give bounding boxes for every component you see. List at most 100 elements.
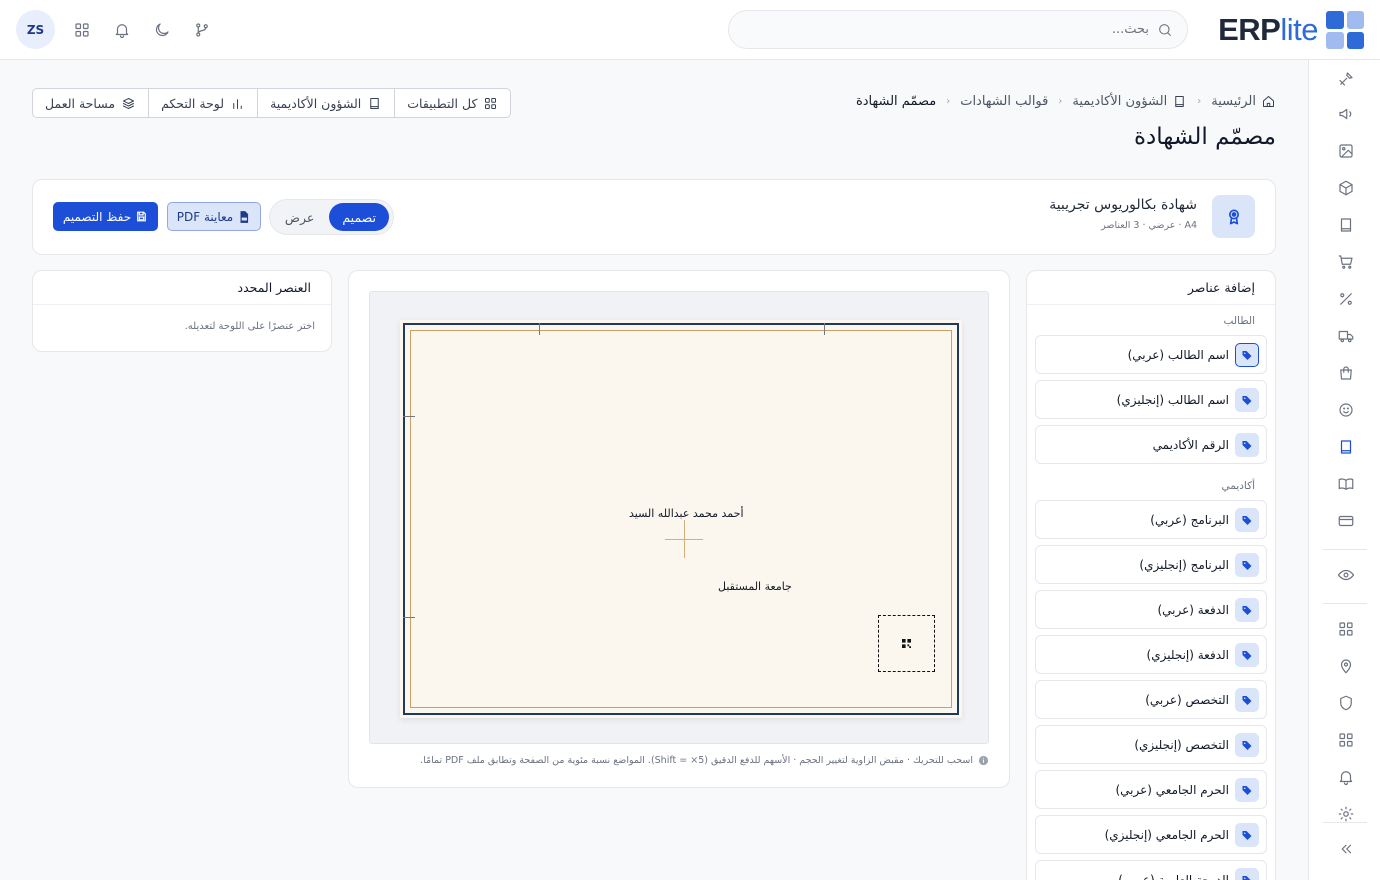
search-input[interactable] bbox=[749, 22, 1149, 37]
sidebar-item-media[interactable] bbox=[1336, 141, 1356, 161]
save-icon bbox=[137, 211, 147, 222]
save-design-label: حفظ التصميم bbox=[62, 209, 132, 224]
quick-link-workspace[interactable]: مساحة العمل bbox=[33, 89, 148, 117]
book-icon bbox=[1175, 96, 1184, 107]
file-pdf-icon bbox=[240, 210, 249, 223]
sidebar-item-sales[interactable] bbox=[1336, 252, 1356, 272]
mode-switch: تصميم عرض bbox=[269, 199, 394, 235]
sidebar-item-store[interactable] bbox=[1336, 363, 1356, 383]
sidebar-item-payments[interactable] bbox=[1336, 511, 1356, 531]
smile-icon bbox=[1339, 403, 1353, 417]
sidebar-item-discounts[interactable] bbox=[1336, 289, 1356, 309]
add-element-button[interactable]: البرنامج (إنجليزي) bbox=[1035, 545, 1267, 584]
breadcrumb-separator: ‹ bbox=[1197, 96, 1202, 107]
canvas-hint-text: اسحب للتحريك · مقبض الزاوية لتغيير الحجم… bbox=[420, 755, 973, 766]
image-icon bbox=[1339, 144, 1353, 158]
add-element-button[interactable]: اسم الطالب (إنجليزي) bbox=[1035, 380, 1267, 419]
add-element-button[interactable]: الحرم الجامعي (إنجليزي) bbox=[1035, 815, 1267, 854]
breadcrumb-label: مصمّم الشهادة bbox=[855, 94, 937, 109]
add-element-button[interactable]: الدفعة (عربي) bbox=[1035, 590, 1267, 629]
branch-button[interactable] bbox=[191, 19, 213, 41]
award-icon bbox=[1228, 209, 1239, 224]
breadcrumb-label: قوالب الشهادات bbox=[960, 94, 1049, 109]
sidebar-item-academic[interactable] bbox=[1336, 437, 1356, 457]
add-element-button[interactable]: التخصص (عربي) bbox=[1035, 680, 1267, 719]
notifications-button[interactable] bbox=[111, 19, 133, 41]
tag-icon bbox=[1235, 822, 1259, 847]
user-avatar[interactable]: ZS bbox=[16, 10, 55, 49]
bell-icon bbox=[115, 24, 129, 39]
template-badge bbox=[1212, 195, 1255, 238]
certificate-university-name[interactable]: جامعة المستقبل bbox=[718, 580, 792, 593]
theme-toggle-button[interactable] bbox=[151, 19, 173, 41]
tag-icon bbox=[1235, 432, 1259, 457]
add-element-label: البرنامج (إنجليزي) bbox=[1139, 557, 1229, 572]
add-element-button[interactable]: اسم الطالب (عربي) bbox=[1035, 335, 1267, 374]
breadcrumb-academic[interactable]: الشؤون الأكاديمية bbox=[1072, 94, 1187, 109]
add-element-label: الدفعة (عربي) bbox=[1157, 602, 1229, 617]
map-pin-icon bbox=[1340, 659, 1352, 674]
tag-icon bbox=[1235, 597, 1259, 622]
sidebar-item-crm[interactable] bbox=[1336, 400, 1356, 420]
page-title: مصمّم الشهادة bbox=[1134, 124, 1276, 150]
mode-view-tab[interactable]: عرض bbox=[272, 203, 327, 231]
grid-2-icon bbox=[1339, 733, 1353, 747]
credit-card-icon bbox=[1338, 515, 1354, 527]
certificate-student-name[interactable]: أحمد محمد عبدالله السيد bbox=[629, 507, 744, 520]
sidebar-item-marketing[interactable] bbox=[1336, 104, 1356, 124]
sidebar-item-monitor[interactable] bbox=[1336, 565, 1356, 585]
add-element-button[interactable]: البرنامج (عربي) bbox=[1035, 500, 1267, 539]
canvas-hint: اسحب للتحريك · مقبض الزاوية لتغيير الحجم… bbox=[420, 755, 989, 766]
add-element-label: الرقم الأكاديمي bbox=[1152, 437, 1229, 452]
settings-icon bbox=[1338, 806, 1354, 822]
sidebar-divider bbox=[1323, 603, 1367, 604]
add-element-button[interactable]: الدرجة العلمية (عربي) bbox=[1035, 860, 1267, 880]
certificate-qr-placeholder[interactable] bbox=[878, 615, 935, 672]
sidebar-item-inventory[interactable] bbox=[1336, 178, 1356, 198]
sidebar-item-apps[interactable] bbox=[1336, 619, 1356, 639]
canvas-area[interactable]: أحمد محمد عبدالله السيد جامعة المستقبل bbox=[369, 291, 989, 744]
percent-icon bbox=[1340, 293, 1352, 305]
sidebar-item-book[interactable] bbox=[1336, 215, 1356, 235]
add-elements-panel: إضافة عناصر الطالب اسم الطالب (عربي) اسم ا… bbox=[1026, 270, 1276, 880]
add-element-label: الدرجة العلمية (عربي) bbox=[1118, 872, 1229, 880]
open-book-icon bbox=[1338, 478, 1354, 490]
quick-link-all-apps[interactable]: كل التطبيقات bbox=[394, 89, 510, 117]
brand-logo[interactable]: ERPlite bbox=[1218, 11, 1364, 49]
quick-link-label: لوحة التحكم bbox=[161, 95, 225, 111]
add-element-button[interactable]: التخصص (إنجليزي) bbox=[1035, 725, 1267, 764]
tag-icon bbox=[1235, 642, 1259, 667]
quick-link-dashboard[interactable]: لوحة التحكم bbox=[148, 89, 257, 117]
sidebar-item-library[interactable] bbox=[1336, 474, 1356, 494]
sidebar-item-locations[interactable] bbox=[1336, 656, 1356, 676]
quick-links: كل التطبيقات الشؤون الأكاديمية لوحة التح… bbox=[32, 88, 512, 118]
certificate-page[interactable]: أحمد محمد عبدالله السيد جامعة المستقبل bbox=[400, 320, 962, 718]
book-active-icon bbox=[1340, 440, 1352, 454]
mode-design-tab[interactable]: تصميم bbox=[329, 203, 389, 231]
preview-pdf-button[interactable]: معاينة PDF bbox=[167, 202, 261, 231]
sidebar-item-alerts[interactable] bbox=[1336, 767, 1356, 787]
breadcrumb-templates[interactable]: قوالب الشهادات bbox=[960, 94, 1048, 109]
add-element-button[interactable]: الحرم الجامعي (عربي) bbox=[1035, 770, 1267, 809]
right-sidebar bbox=[1308, 60, 1380, 880]
tag-icon bbox=[1235, 867, 1259, 880]
tag-icon bbox=[1235, 732, 1259, 757]
search-box[interactable] bbox=[728, 10, 1188, 49]
sidebar-item-modules[interactable] bbox=[1336, 730, 1356, 750]
sidebar-item-settings[interactable] bbox=[1336, 804, 1356, 824]
layers-icon bbox=[123, 97, 135, 109]
sidebar-collapse-button[interactable] bbox=[1336, 839, 1356, 859]
sidebar-item-tools[interactable] bbox=[1336, 69, 1356, 89]
add-element-button[interactable]: الدفعة (إنجليزي) bbox=[1035, 635, 1267, 674]
save-design-button[interactable]: حفظ التصميم bbox=[53, 202, 158, 231]
sidebar-item-delivery[interactable] bbox=[1336, 326, 1356, 346]
quick-link-academic[interactable]: الشؤون الأكاديمية bbox=[257, 89, 394, 117]
breadcrumb-home[interactable]: الرئيسية bbox=[1211, 94, 1276, 109]
apps-grid-button[interactable] bbox=[71, 19, 93, 41]
tag-icon bbox=[1235, 687, 1259, 712]
sidebar-item-security[interactable] bbox=[1336, 693, 1356, 713]
quick-link-label: كل التطبيقات bbox=[407, 95, 478, 111]
add-element-button[interactable]: الرقم الأكاديمي bbox=[1035, 425, 1267, 464]
main-content: الرئيسية ‹ الشؤون الأكاديمية ‹ قوالب الش… bbox=[0, 60, 1308, 880]
template-name: شهادة بكالوريوس تجريبية bbox=[1049, 197, 1197, 213]
